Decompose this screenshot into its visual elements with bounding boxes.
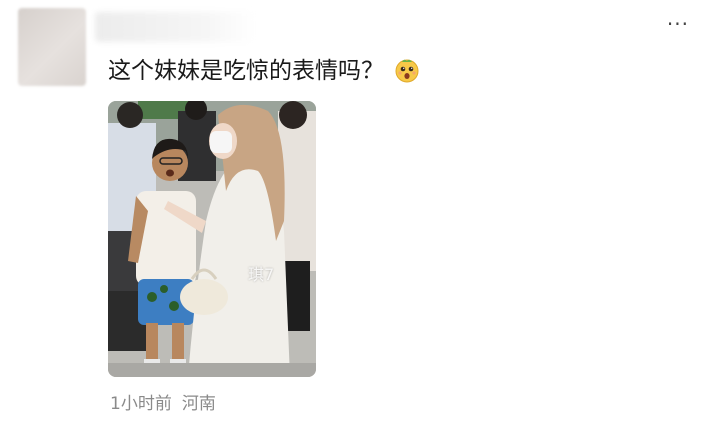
image-watermark: 琪7 [248, 265, 275, 284]
post-card: ··· 这个妹妹是吃惊的表情吗？ 琪7 1小时前 河南 [0, 0, 719, 427]
post-photo[interactable]: 琪7 [108, 101, 316, 377]
username-blurred[interactable] [95, 12, 255, 42]
post-meta: 1小时前 河南 [110, 392, 216, 416]
post-location: 河南 [181, 394, 216, 414]
post-text: 这个妹妹是吃惊的表情吗？ [108, 58, 384, 84]
avatar[interactable] [18, 8, 86, 86]
post-time: 1小时前 [110, 394, 172, 414]
surprised-face-icon [394, 57, 420, 83]
more-dots-icon[interactable]: ··· [667, 14, 689, 34]
photo-scene [108, 101, 316, 377]
post-content: 这个妹妹是吃惊的表情吗？ [108, 55, 420, 87]
